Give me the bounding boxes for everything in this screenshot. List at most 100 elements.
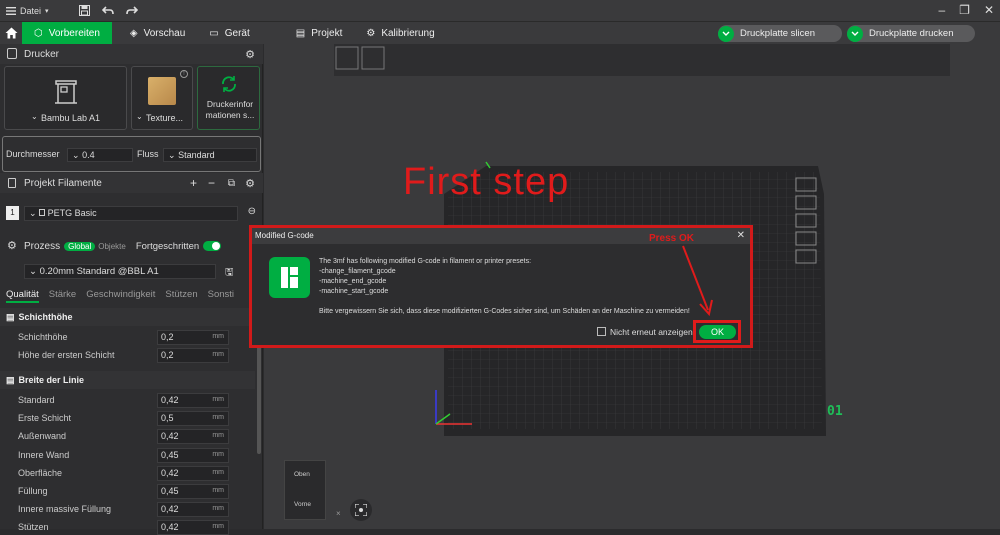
subtab-support[interactable]: Stützen (165, 289, 197, 303)
setting-unit: mm (212, 505, 224, 512)
tab-project[interactable]: ▤ Projekt (284, 22, 355, 45)
setting-value: 0,2 (161, 350, 174, 360)
slice-plate-button[interactable]: Druckplatte slicen (718, 25, 842, 42)
printer-info-card[interactable]: Druckerinfor mationen s... (197, 66, 260, 130)
tab-label: Gerät (224, 27, 250, 39)
dropdown-icon[interactable] (718, 25, 734, 42)
setting-input[interactable]: 0,42 mm (157, 502, 229, 517)
setting-input[interactable]: 0,2 mm (157, 348, 229, 363)
home-button[interactable] (0, 22, 22, 45)
subtab-strength[interactable]: Stärke (49, 289, 76, 303)
tab-device[interactable]: ▭ Gerät (197, 22, 261, 45)
save-preset-icon[interactable]: 🖫 (225, 265, 234, 282)
process-icon: ⚙ (7, 240, 17, 252)
undo-button[interactable] (96, 5, 120, 16)
setting-input[interactable]: 0,42 mm (157, 520, 229, 535)
filament-select[interactable]: ⌄ PETG Basic (24, 206, 238, 221)
dropdown-icon[interactable] (847, 25, 863, 42)
texture-select-card[interactable]: ! ⌄ Texture... (131, 66, 193, 130)
tab-calibration[interactable]: ⚙ Kalibrierung (354, 22, 446, 45)
setting-input[interactable]: 0,5 mm (157, 411, 229, 426)
filament-row[interactable]: 1 ⌄ PETG Basic ⊖ (6, 206, 256, 222)
setting-input[interactable]: 0,2 mm (157, 330, 229, 345)
diameter-select[interactable]: ⌄ 0.4 (67, 148, 133, 162)
filament-name: PETG Basic (47, 208, 97, 218)
setting-unit: mm (212, 351, 224, 358)
dialog-title: Modified G-code (255, 231, 314, 240)
filament-section-header: Projekt Filamente + − ⧉ ⚙ (0, 173, 263, 193)
group-layer-height: ▤ Schichthöhe (0, 308, 255, 326)
group-title: Breite der Linie (18, 375, 85, 385)
dont-show-label: Nicht erneut anzeigen (610, 327, 693, 337)
print-plate-button[interactable]: Druckplatte drucken (847, 25, 975, 42)
chevron-down-icon: ⌄ (31, 112, 38, 121)
settings-sidebar: Drucker ⚙ ⌄ Bambu Lab A1 ! ⌄ Texture... … (0, 44, 263, 535)
texture-label: Texture... (146, 113, 184, 123)
tab-prepare[interactable]: ⬡ Vorbereiten (22, 21, 112, 45)
setting-input[interactable]: 0,42 mm (157, 393, 229, 408)
press-ok-annotation: Press OK (649, 233, 695, 244)
gear-icon[interactable]: ⚙ (245, 177, 255, 190)
subtab-other[interactable]: Sonsti (208, 289, 234, 303)
gear-icon[interactable]: ⚙ (245, 48, 255, 61)
setting-label: Höhe der ersten Schicht (18, 350, 115, 360)
close-icon[interactable]: × (336, 509, 341, 518)
setting-input[interactable]: 0,42 mm (157, 466, 229, 481)
group-title: Schichthöhe (18, 312, 73, 322)
dialog-line: The 3mf has following modified G-code in… (319, 258, 532, 265)
chevron-down-icon: ▾ (45, 7, 49, 15)
subtab-speed[interactable]: Geschwindigkeit (86, 289, 155, 303)
printer-select-card[interactable]: ⌄ Bambu Lab A1 (4, 66, 127, 130)
setting-input[interactable]: 0,42 mm (157, 429, 229, 444)
process-section-header: ⚙ Prozess Global Objekte Fortgeschritten (0, 236, 263, 256)
info-icon[interactable]: ! (180, 70, 188, 78)
setting-value: 0,45 (161, 450, 179, 460)
title-bar: Datei ▾ – ❐ ✕ (0, 0, 1000, 21)
setting-input[interactable]: 0,45 mm (157, 448, 229, 463)
advanced-switch[interactable] (203, 241, 222, 251)
arrow-annotation (682, 245, 713, 317)
process-section-title: Prozess (24, 240, 61, 252)
tab-preview[interactable]: ◈ Vorschau (118, 22, 197, 45)
more-options-icon[interactable]: ⊖ (248, 206, 256, 217)
objects-toggle[interactable]: Objekte (98, 242, 126, 251)
view-top-label: Oben (294, 471, 310, 478)
filament-color-icon (39, 209, 46, 216)
add-icon[interactable]: + (190, 176, 197, 190)
printer-name: Bambu Lab A1 (41, 113, 101, 123)
setting-input[interactable]: 0,45 mm (157, 484, 229, 499)
layers-icon: ◈ (129, 27, 138, 39)
tab-label: Projekt (311, 27, 343, 39)
view-cube[interactable]: Oben Vorne (284, 460, 326, 520)
gear-icon: ⚙ (366, 27, 376, 39)
global-toggle[interactable]: Global (64, 241, 96, 251)
printer-info-label: Druckerinfor mationen s... (205, 99, 255, 120)
dont-show-checkbox[interactable] (597, 327, 606, 336)
hamburger-icon (6, 6, 16, 15)
minimize-icon[interactable]: – (938, 3, 945, 17)
remove-icon[interactable]: − (208, 176, 215, 190)
setting-label: Erste Schicht (18, 413, 72, 423)
close-icon[interactable]: ✕ (737, 228, 745, 244)
flow-select[interactable]: ⌄ Standard (163, 148, 257, 162)
file-menu[interactable]: Datei ▾ (0, 6, 55, 16)
ok-button[interactable]: OK (699, 325, 736, 339)
build-plate-thumbnail (148, 77, 176, 105)
fit-view-button[interactable] (350, 499, 372, 521)
dialog-line: -change_filament_gcode (319, 268, 396, 275)
first-step-annotation: First step (403, 161, 570, 203)
sync-filament-icon[interactable]: ⧉ (228, 178, 235, 189)
subtab-quality[interactable]: Qualität (6, 289, 39, 303)
process-preset-select[interactable]: ⌄ 0.20mm Standard @BBL A1 (24, 264, 216, 279)
nozzle-settings: Durchmesser ⌄ 0.4 Fluss ⌄ Standard (2, 136, 261, 172)
sidebar-scrollbar[interactable] (257, 334, 261, 454)
redo-button[interactable] (120, 5, 144, 16)
top-toolbar (334, 44, 950, 76)
close-icon[interactable]: ✕ (984, 3, 994, 17)
maximize-icon[interactable]: ❐ (959, 3, 970, 17)
save-button[interactable] (73, 5, 96, 16)
flow-value: Standard (178, 150, 215, 160)
printer-section-title: Drucker (24, 48, 60, 60)
process-subtabs: Qualität Stärke Geschwindigkeit Stützen … (6, 289, 256, 303)
setting-label: Oberfläche (18, 468, 63, 478)
